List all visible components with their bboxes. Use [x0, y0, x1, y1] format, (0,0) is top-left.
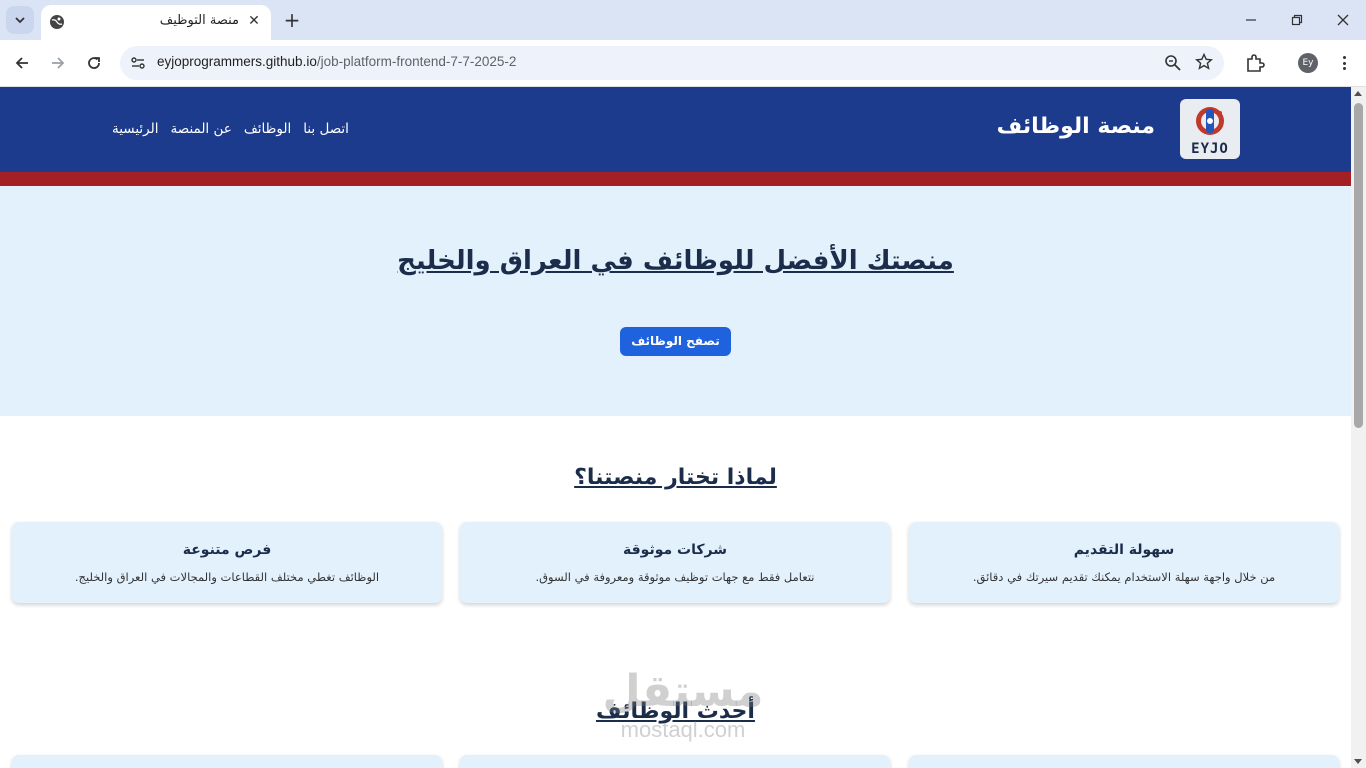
minimize-button[interactable]: [1241, 10, 1261, 30]
job-card[interactable]: [460, 755, 890, 768]
nav-contact-link[interactable]: اتصل بنا: [303, 121, 349, 137]
address-bar[interactable]: eyjoprogrammers.github.io/job-platform-f…: [120, 46, 1224, 80]
browser-toolbar: eyjoprogrammers.github.io/job-platform-f…: [0, 40, 1366, 87]
tab-title: منصة التوظيف: [159, 13, 239, 28]
arrow-left-icon: [15, 57, 28, 69]
feature-card: سهولة التقديم من خلال واجهة سهلة الاستخد…: [909, 522, 1339, 603]
feature-card: شركات موثوقة نتعامل فقط مع جهات توظيف مو…: [460, 522, 890, 603]
browse-jobs-button[interactable]: تصفح الوظائف: [620, 327, 731, 356]
tab-search-button[interactable]: [6, 6, 34, 34]
restore-icon: [1291, 14, 1303, 26]
url-host: eyjoprogrammers.github.io: [157, 54, 317, 69]
browser-tab-bar: منصة التوظيف ✕ +: [0, 0, 1366, 40]
site-info-icon[interactable]: [129, 54, 147, 72]
site-header: EYJO منصة الوظائف الرئيسية عن المنصة الو…: [0, 87, 1351, 186]
nav-about-link[interactable]: عن المنصة: [171, 121, 232, 137]
zoom-icon[interactable]: [1164, 54, 1182, 72]
watermark-arabic: مستقل: [602, 666, 764, 717]
new-tab-button[interactable]: +: [282, 10, 302, 30]
extensions-puzzle-icon[interactable]: [1244, 52, 1266, 74]
feature-card-desc: نتعامل فقط مع جهات توظيف موثوقة ومعروفة …: [535, 570, 815, 584]
main-nav: الرئيسية عن المنصة الوظائف اتصل بنا: [112, 121, 349, 137]
job-card[interactable]: [12, 755, 442, 768]
feature-card-desc: الوظائف تغطي مختلف القطاعات والمجالات في…: [74, 570, 380, 584]
why-us-title: لماذا تختار منصتنا؟: [574, 465, 777, 490]
page-scrollbar[interactable]: [1351, 87, 1366, 768]
browser-menu-icon[interactable]: [1336, 53, 1352, 73]
mostaql-watermark: مستقل mostaql.com: [600, 667, 766, 757]
page-viewport: EYJO منصة الوظائف الرئيسية عن المنصة الو…: [0, 87, 1366, 768]
feature-card-title: سهولة التقديم: [1073, 542, 1175, 558]
hero-section: منصتك الأفضل للوظائف في العراق والخليج ت…: [0, 186, 1351, 416]
close-tab-icon[interactable]: ✕: [245, 12, 263, 30]
feature-card-desc: من خلال واجهة سهلة الاستخدام يمكنك تقديم…: [972, 570, 1276, 584]
browser-tab[interactable]: منصة التوظيف ✕: [41, 5, 271, 40]
site-brand-title[interactable]: منصة الوظائف: [997, 114, 1155, 139]
scroll-up-arrow-icon[interactable]: [1354, 91, 1362, 96]
site-logo[interactable]: EYJO: [1180, 99, 1240, 159]
reload-button[interactable]: [83, 52, 105, 74]
close-icon: [1337, 14, 1349, 26]
scroll-down-arrow-icon[interactable]: [1354, 759, 1362, 764]
header-accent-bar: [0, 172, 1351, 186]
minimize-icon: [1246, 19, 1256, 21]
back-button[interactable]: [11, 52, 33, 74]
forward-button[interactable]: [47, 52, 69, 74]
watermark-latin: mostaql.com: [620, 717, 746, 742]
profile-avatar[interactable]: Ey: [1298, 53, 1318, 73]
nav-jobs-link[interactable]: الوظائف: [244, 121, 291, 137]
bookmark-star-icon[interactable]: [1195, 53, 1213, 71]
nav-home-link[interactable]: الرئيسية: [112, 121, 159, 137]
url-path: /job-platform-frontend-7-7-2025-2: [316, 54, 517, 69]
close-window-button[interactable]: [1333, 10, 1353, 30]
feature-card-title: فرص متنوعة: [182, 542, 272, 558]
scrollbar-thumb[interactable]: [1354, 103, 1363, 428]
restore-button[interactable]: [1287, 10, 1307, 30]
logo-text: EYJO: [1191, 141, 1229, 157]
globe-icon: [50, 15, 64, 29]
feature-card-title: شركات موثوقة: [623, 542, 727, 558]
feature-card: فرص متنوعة الوظائف تغطي مختلف القطاعات و…: [12, 522, 442, 603]
arrow-right-icon: [52, 57, 65, 69]
reload-icon: [88, 57, 100, 69]
chevron-down-icon: [15, 17, 25, 24]
job-card[interactable]: [909, 755, 1339, 768]
url-text: eyjoprogrammers.github.io/job-platform-f…: [157, 54, 516, 69]
hero-title: منصتك الأفضل للوظائف في العراق والخليج: [397, 246, 954, 276]
